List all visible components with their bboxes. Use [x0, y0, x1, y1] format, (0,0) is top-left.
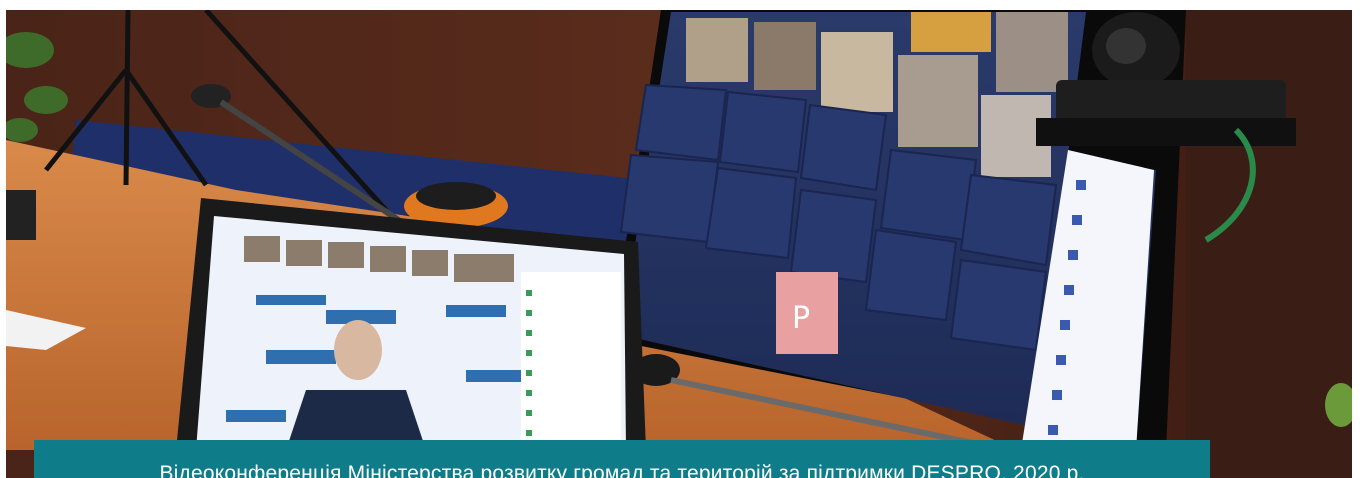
laptop	[176, 198, 646, 450]
conference-photo: P	[6, 10, 1352, 478]
photo-caption: Відеоконференція Міністерства розвитку г…	[159, 462, 1085, 478]
caption-bar: Відеоконференція Міністерства розвитку г…	[34, 440, 1210, 478]
svg-text:P: P	[792, 301, 810, 336]
